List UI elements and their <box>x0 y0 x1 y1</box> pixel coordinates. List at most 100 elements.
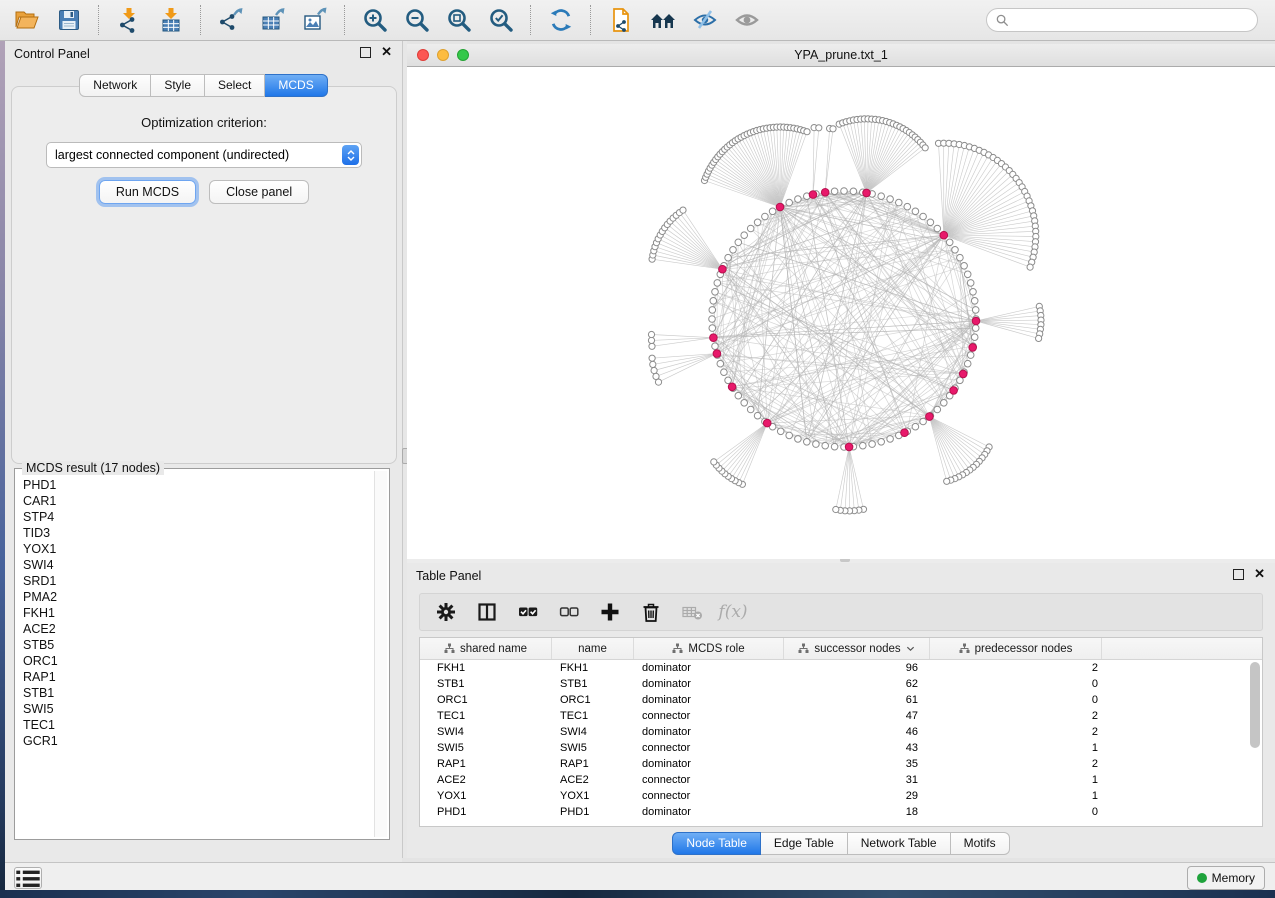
table-row[interactable]: FKH1FKH1dominator962 <box>420 660 1262 676</box>
mcds-hub-node[interactable] <box>863 189 871 197</box>
network-node[interactable] <box>711 459 717 465</box>
network-node[interactable] <box>961 263 968 270</box>
column-header-predecessor-nodes[interactable]: predecessor nodes <box>930 638 1102 659</box>
network-node[interactable] <box>920 213 927 220</box>
network-node[interactable] <box>850 188 857 195</box>
table-row[interactable]: STB1STB1dominator620 <box>420 676 1262 692</box>
network-node[interactable] <box>762 213 769 220</box>
add-row-icon[interactable] <box>598 600 622 624</box>
table-row[interactable]: ORC1ORC1dominator610 <box>420 692 1262 708</box>
select-all-icon[interactable] <box>516 600 540 624</box>
task-history-button[interactable] <box>14 867 42 889</box>
table-row[interactable]: SWI5SWI5connector431 <box>420 740 1262 756</box>
column-header-MCDS-role[interactable]: MCDS role <box>634 638 784 659</box>
network-node[interactable] <box>754 412 761 419</box>
network-node[interactable] <box>653 373 659 379</box>
hide-selected-icon[interactable] <box>689 4 721 36</box>
network-node[interactable] <box>709 307 716 314</box>
mcds-result-item[interactable]: SRD1 <box>23 573 375 589</box>
export-image-icon[interactable] <box>299 4 331 36</box>
mcds-hub-node[interactable] <box>776 203 784 211</box>
delete-row-icon[interactable] <box>639 600 663 624</box>
network-node[interactable] <box>1027 264 1033 270</box>
mcds-hub-node[interactable] <box>763 419 771 427</box>
close-panel-icon[interactable]: ✕ <box>381 46 392 58</box>
mcds-hub-node[interactable] <box>713 350 721 358</box>
network-node[interactable] <box>967 280 974 287</box>
zoom-out-icon[interactable] <box>401 4 433 36</box>
clone-network-icon[interactable] <box>605 4 637 36</box>
mcds-result-item[interactable]: TEC1 <box>23 717 375 733</box>
network-node[interactable] <box>717 360 724 367</box>
mcds-result-item[interactable]: STP4 <box>23 509 375 525</box>
zoom-fit-icon[interactable] <box>443 4 475 36</box>
network-node[interactable] <box>649 343 655 349</box>
network-node[interactable] <box>712 343 719 350</box>
tab-network-table[interactable]: Network Table <box>848 832 951 855</box>
network-node[interactable] <box>649 355 655 361</box>
search-input[interactable] <box>1010 10 1257 30</box>
mcds-result-item[interactable]: SWI5 <box>23 701 375 717</box>
network-node[interactable] <box>957 254 964 261</box>
tab-mcds[interactable]: MCDS <box>265 74 327 97</box>
mcds-result-item[interactable]: STB5 <box>23 637 375 653</box>
mcds-hub-node[interactable] <box>719 265 727 273</box>
mcds-result-item[interactable]: STB1 <box>23 685 375 701</box>
network-node[interactable] <box>741 400 748 407</box>
mcds-result-item[interactable]: TID3 <box>23 525 375 541</box>
column-header-shared-name[interactable]: shared name <box>420 638 552 659</box>
network-node[interactable] <box>964 360 971 367</box>
network-node[interactable] <box>735 392 742 399</box>
mcds-hub-node[interactable] <box>728 383 736 391</box>
mcds-result-item[interactable]: PHD1 <box>23 477 375 493</box>
export-network-icon[interactable] <box>215 4 247 36</box>
network-node[interactable] <box>964 271 971 278</box>
memory-button[interactable]: Memory <box>1187 866 1265 890</box>
mcds-result-list[interactable]: PHD1CAR1STP4TID3YOX1SWI4SRD1PMA2FKH1ACE2… <box>17 471 375 837</box>
mcds-result-item[interactable]: PMA2 <box>23 589 375 605</box>
network-node[interactable] <box>650 361 656 367</box>
table-row[interactable]: RAP1RAP1dominator352 <box>420 756 1262 772</box>
export-table-icon[interactable] <box>257 4 289 36</box>
mcds-hub-node[interactable] <box>959 370 967 378</box>
network-node[interactable] <box>777 428 784 435</box>
mcds-hub-node[interactable] <box>972 317 980 325</box>
settings-gear-icon[interactable] <box>434 600 458 624</box>
tab-style[interactable]: Style <box>151 74 205 97</box>
network-node[interactable] <box>786 432 793 439</box>
network-node[interactable] <box>712 289 719 296</box>
network-node[interactable] <box>904 203 911 210</box>
network-node[interactable] <box>831 443 838 450</box>
mcds-hub-node[interactable] <box>940 231 948 239</box>
network-node[interactable] <box>967 352 974 359</box>
network-node[interactable] <box>841 188 848 195</box>
network-canvas[interactable] <box>407 67 1275 559</box>
refresh-icon[interactable] <box>545 4 577 36</box>
zoom-in-icon[interactable] <box>359 4 391 36</box>
network-node[interactable] <box>952 247 959 254</box>
network-node[interactable] <box>795 436 802 443</box>
search-box[interactable] <box>986 8 1258 32</box>
save-session-icon[interactable] <box>53 4 85 36</box>
network-node[interactable] <box>970 289 977 296</box>
network-node[interactable] <box>730 247 737 254</box>
network-node[interactable] <box>972 307 979 314</box>
table-row[interactable]: PHD1PHD1dominator180 <box>420 804 1262 820</box>
import-network-icon[interactable] <box>113 4 145 36</box>
tab-select[interactable]: Select <box>205 74 265 97</box>
column-header-successor-nodes[interactable]: successor nodes <box>784 638 930 659</box>
mcds-hub-node[interactable] <box>950 387 958 395</box>
network-node[interactable] <box>946 239 953 246</box>
network-node[interactable] <box>934 225 941 232</box>
deselect-all-icon[interactable] <box>557 600 581 624</box>
mcds-result-item[interactable]: YOX1 <box>23 541 375 557</box>
mcds-hub-node[interactable] <box>926 413 934 421</box>
network-node[interactable] <box>648 337 654 343</box>
network-node[interactable] <box>710 298 717 305</box>
tab-node-table[interactable]: Node Table <box>672 832 761 855</box>
import-table-icon[interactable] <box>155 4 187 36</box>
network-node[interactable] <box>1036 335 1042 341</box>
mcds-hub-node[interactable] <box>901 429 909 437</box>
table-row[interactable]: YOX1YOX1connector291 <box>420 788 1262 804</box>
network-node[interactable] <box>912 423 919 430</box>
